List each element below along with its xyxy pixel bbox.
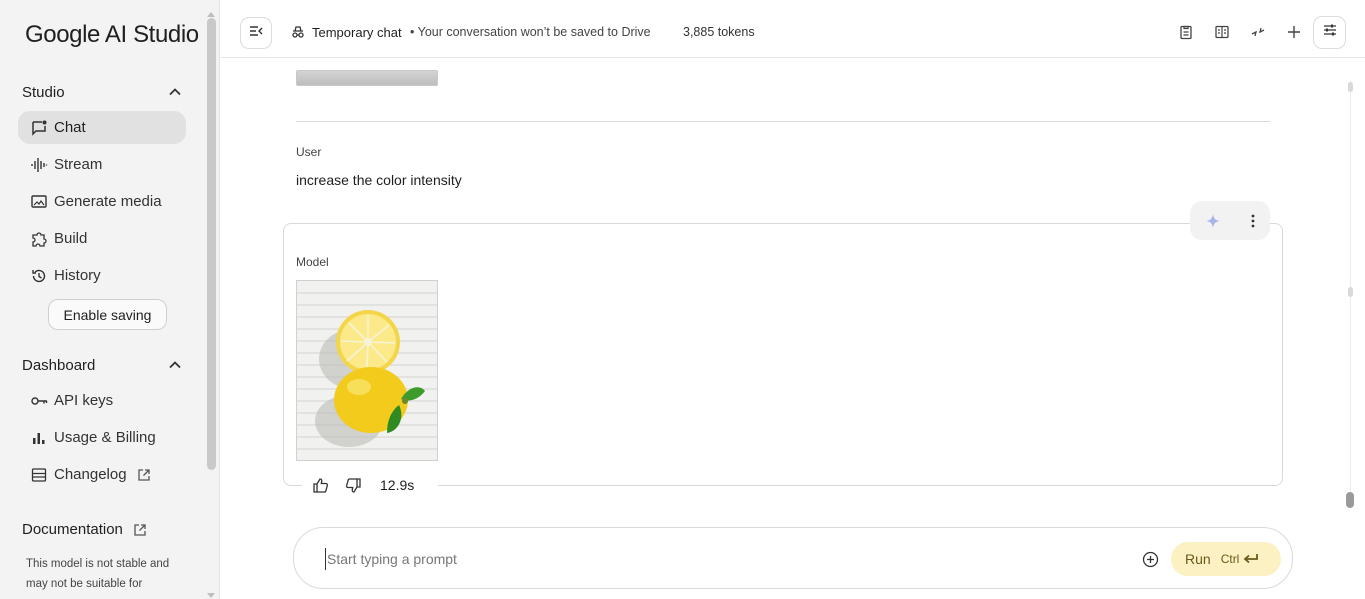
sidebar-item-label: Stream xyxy=(54,156,103,173)
sidebar-item-chat[interactable]: Chat xyxy=(18,111,186,144)
enter-key-icon xyxy=(1242,552,1260,566)
sidebar-scroll-thumb[interactable] xyxy=(207,18,216,470)
chat-icon xyxy=(30,119,48,137)
sidebar-item-label: History xyxy=(54,267,101,284)
compress-icon[interactable] xyxy=(1248,22,1268,42)
scroll-marker[interactable] xyxy=(1348,287,1353,297)
chat-scrollbar[interactable] xyxy=(1344,58,1365,599)
turn-divider xyxy=(296,121,1270,122)
temporary-chat-indicator: Temporary chat xyxy=(290,24,402,40)
list-icon xyxy=(30,466,48,484)
incognito-icon xyxy=(290,24,306,40)
image-icon xyxy=(30,193,48,211)
user-message: increase the color intensity xyxy=(296,172,462,188)
app-root: Google AI Studio Studio Chat Stream Gene… xyxy=(0,0,1365,599)
compare-icon[interactable] xyxy=(1212,22,1232,42)
external-link-icon xyxy=(133,523,147,537)
run-settings-button[interactable] xyxy=(1313,16,1346,49)
history-icon xyxy=(30,267,48,285)
dashboard-section-header[interactable]: Dashboard xyxy=(22,353,182,377)
key-icon xyxy=(30,392,48,410)
generated-lemon-image[interactable] xyxy=(296,280,438,461)
response-time: 12.9s xyxy=(380,477,415,493)
chevron-up-icon[interactable] xyxy=(168,358,182,372)
enable-saving-button[interactable]: Enable saving xyxy=(48,299,167,330)
studio-heading: Studio xyxy=(22,83,65,101)
model-label: Model xyxy=(296,255,329,269)
sidebar: Google AI Studio Studio Chat Stream Gene… xyxy=(0,0,220,599)
sidebar-item-build[interactable]: Build xyxy=(18,222,186,255)
prompt-input[interactable] xyxy=(325,548,1105,570)
run-label: Run xyxy=(1185,551,1211,567)
chevron-up-icon[interactable] xyxy=(168,85,182,99)
more-options-icon[interactable] xyxy=(1251,214,1255,228)
sidebar-item-changelog[interactable]: Changelog xyxy=(18,458,186,491)
scroll-up-arrow-icon[interactable] xyxy=(206,5,216,17)
chat-scroll-thumb[interactable] xyxy=(1346,492,1354,508)
run-button[interactable]: Run Ctrl xyxy=(1171,542,1281,576)
sidebar-item-usage-billing[interactable]: Usage & Billing xyxy=(18,421,186,454)
sidebar-item-label: API keys xyxy=(54,392,114,409)
response-feedback-bar: 12.9s xyxy=(302,473,438,497)
new-chat-plus-icon[interactable] xyxy=(1284,22,1304,42)
sidebar-item-generate-media[interactable]: Generate media xyxy=(18,185,186,218)
card-actions xyxy=(1190,201,1270,240)
user-label: User xyxy=(296,145,322,159)
clipboard-icon[interactable] xyxy=(1176,22,1196,42)
studio-section-header[interactable]: Studio xyxy=(22,80,182,104)
puzzle-icon xyxy=(30,230,48,248)
dashboard-heading: Dashboard xyxy=(22,356,96,374)
top-bar: Temporary chat • Your conversation won’t… xyxy=(221,0,1365,58)
app-logo[interactable]: Google AI Studio xyxy=(25,21,199,49)
sidebar-item-label: Usage & Billing xyxy=(54,429,156,446)
sidebar-item-stream[interactable]: Stream xyxy=(18,148,186,181)
toggle-sidebar-button[interactable] xyxy=(240,17,272,49)
prompt-bar: Run Ctrl xyxy=(293,527,1293,589)
sidebar-item-label: Generate media xyxy=(54,193,162,210)
sidebar-item-label: Build xyxy=(54,230,88,247)
model-stability-note: This model is not stable and may not be … xyxy=(26,558,170,590)
sidebar-item-history[interactable]: History xyxy=(18,259,186,292)
thumbs-up-icon[interactable] xyxy=(312,477,329,494)
tune-icon xyxy=(1322,22,1338,43)
thumbs-down-icon[interactable] xyxy=(345,477,362,494)
previous-image-thumbnail[interactable] xyxy=(296,70,438,86)
temporary-chat-label: Temporary chat xyxy=(312,24,402,40)
drive-note: • Your conversation won’t be saved to Dr… xyxy=(410,25,651,39)
sidebar-item-api-keys[interactable]: API keys xyxy=(18,384,186,417)
sidebar-item-label: Changelog xyxy=(54,466,127,483)
sidebar-item-label: Chat xyxy=(54,119,86,136)
sparkle-icon[interactable] xyxy=(1205,213,1221,229)
scroll-down-arrow-icon[interactable] xyxy=(206,587,216,598)
waveform-icon xyxy=(30,156,48,174)
add-media-button[interactable] xyxy=(1140,549,1160,569)
bar-chart-icon xyxy=(30,429,48,447)
documentation-link[interactable]: Documentation xyxy=(22,521,147,538)
token-count: 3,885 tokens xyxy=(683,25,755,39)
documentation-label: Documentation xyxy=(22,521,123,538)
collapse-sidebar-icon xyxy=(248,23,264,44)
run-shortcut: Ctrl xyxy=(1220,552,1240,566)
external-link-icon xyxy=(137,468,151,482)
scroll-marker[interactable] xyxy=(1348,82,1353,92)
